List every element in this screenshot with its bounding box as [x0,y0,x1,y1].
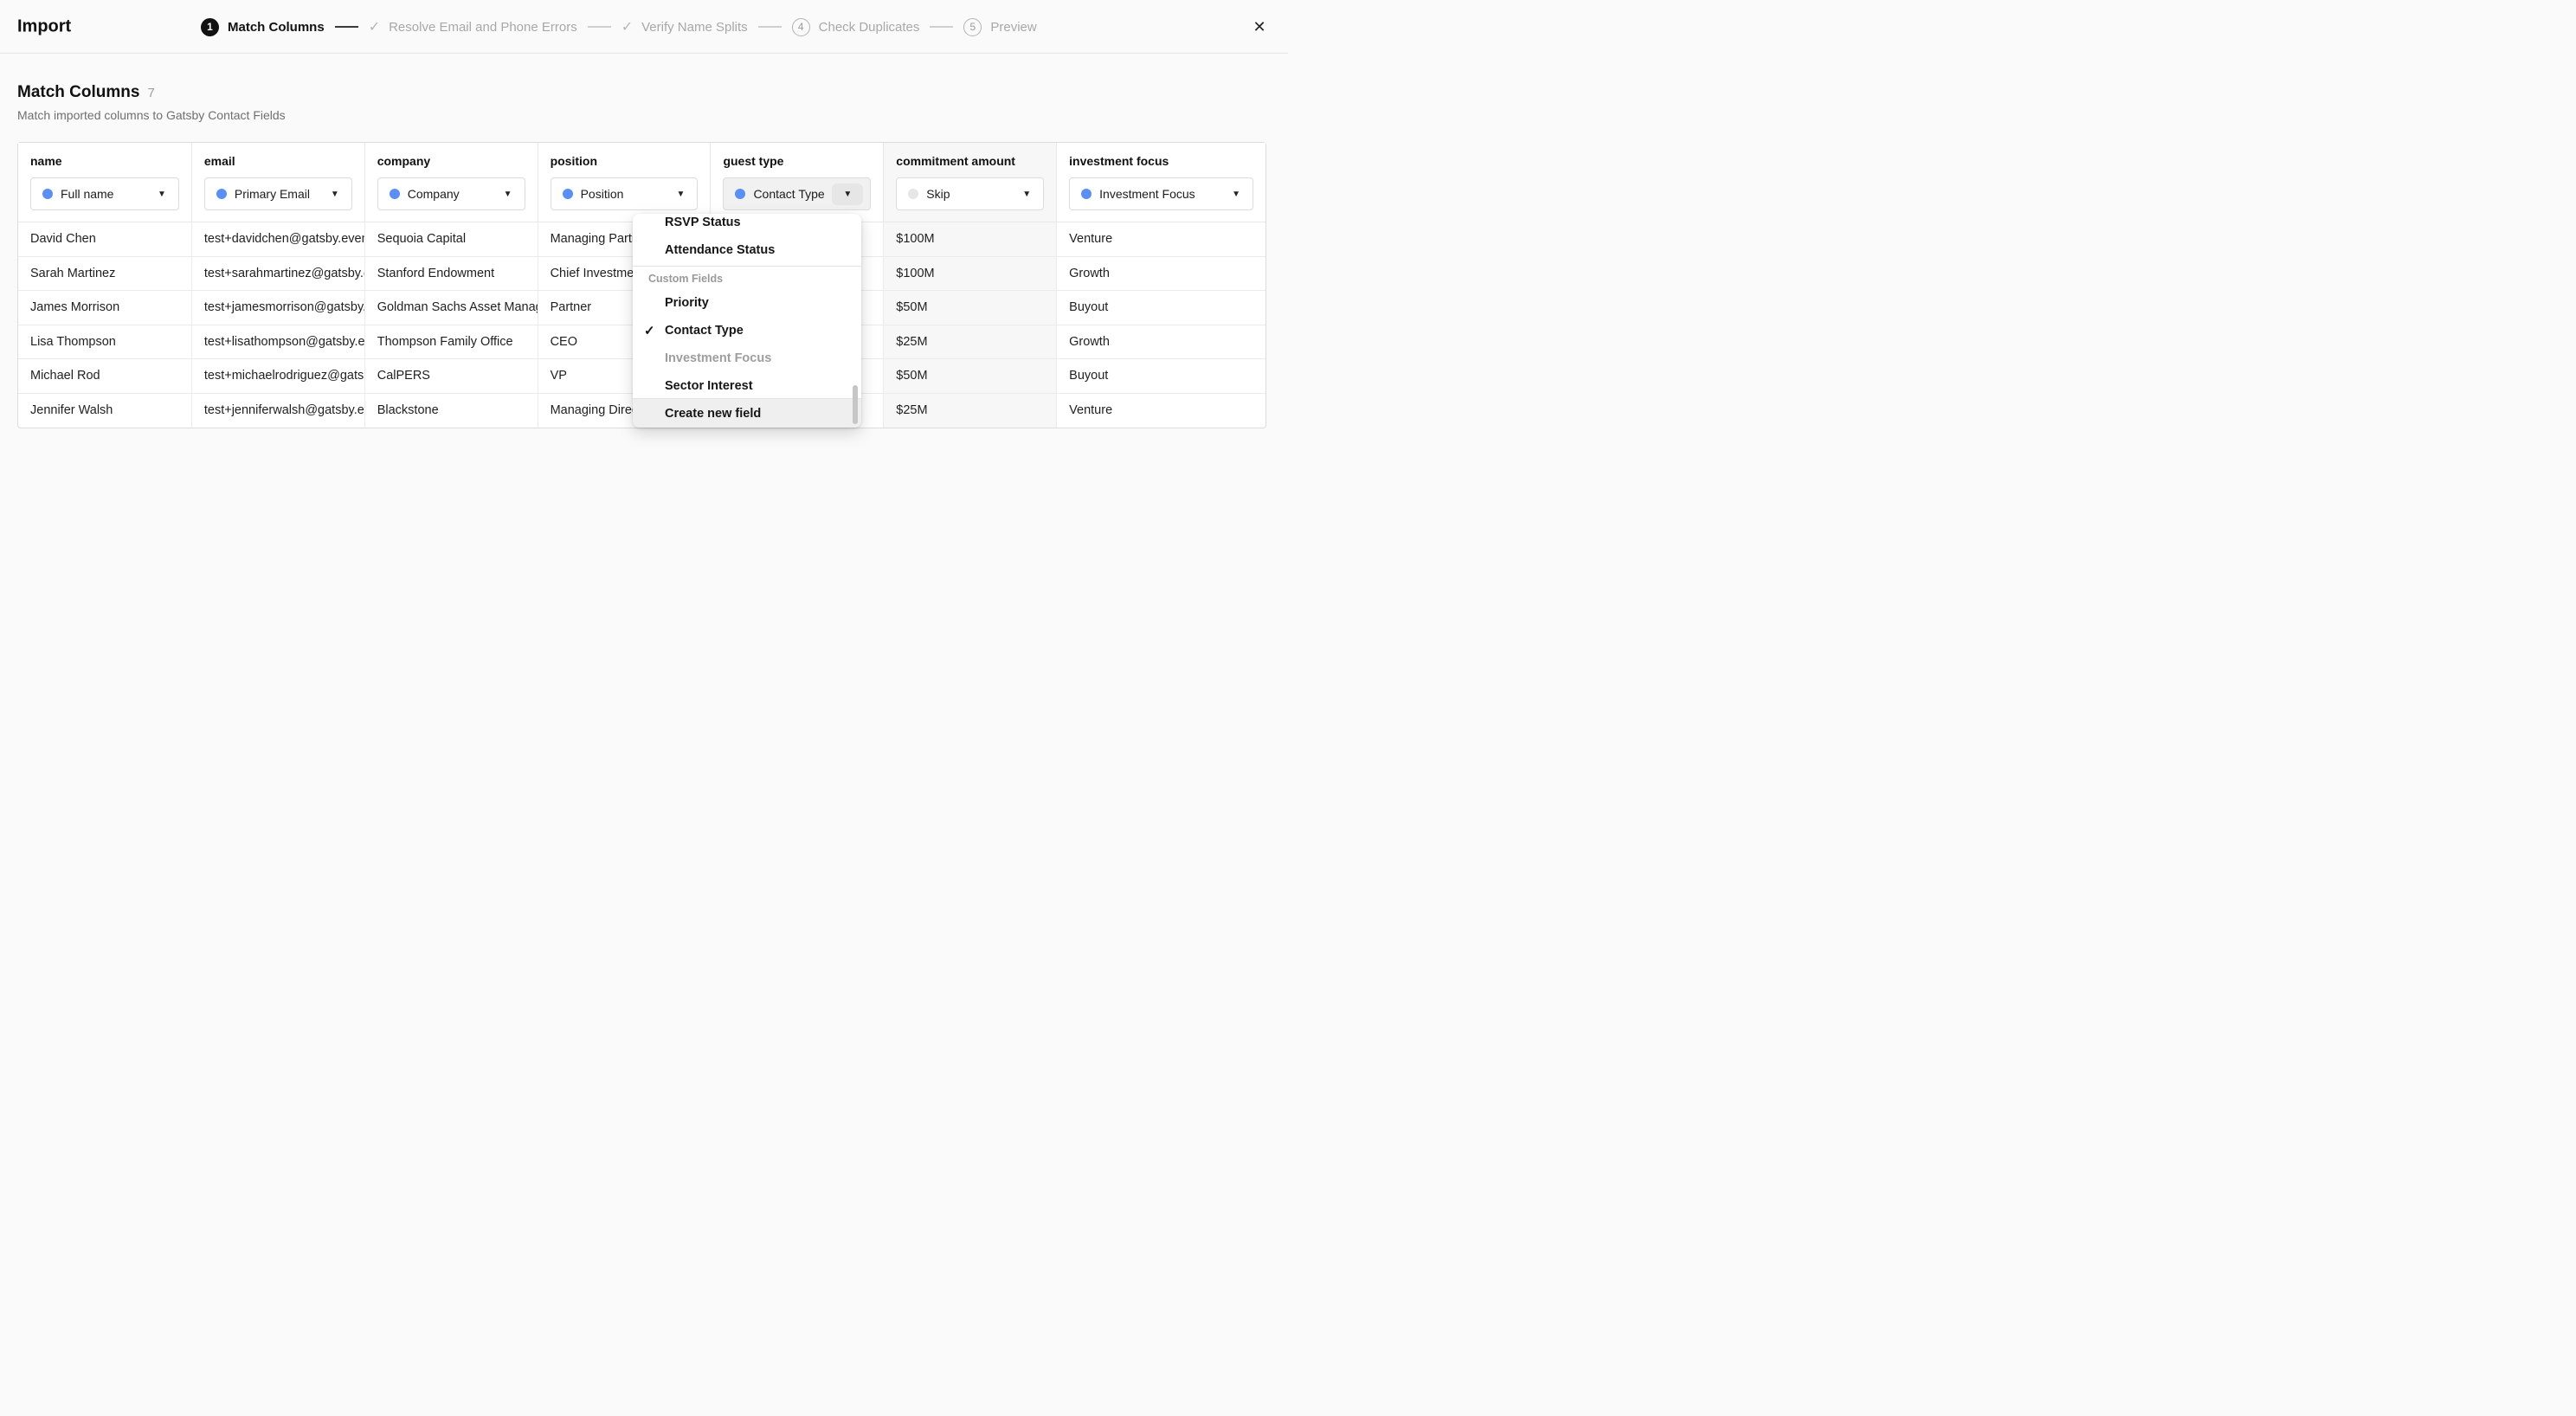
menu-item-sector-interest[interactable]: Sector Interest [633,372,861,398]
mapped-dot [735,189,745,199]
cell-email: test+lisathompson@gatsby.e [192,325,365,359]
skip-dot [908,189,918,199]
cell-investment-focus: Buyout [1057,291,1265,325]
check-icon: ✓ [644,323,655,338]
app-title: Import [17,16,71,36]
chevron-down-icon: ▼ [325,190,345,199]
cell-email: test+davidchen@gatsby.even [192,222,365,256]
mapped-dot [1081,189,1092,199]
field-select-company[interactable]: Company ▼ [377,177,525,210]
cell-company: CalPERS [365,359,538,393]
step-connector [335,26,358,28]
menu-scrollbar-thumb[interactable] [853,385,858,424]
cell-investment-focus: Growth [1057,257,1265,291]
cell-commitment-amount: $50M [884,359,1057,393]
mapped-dot [390,189,400,199]
field-select-email[interactable]: Primary Email ▼ [204,177,352,210]
cell-commitment-amount: $100M [884,222,1057,256]
mapped-dot [42,189,53,199]
cell-name: Michael Rod [18,359,192,393]
menu-item-contact-type[interactable]: ✓ Contact Type [633,317,861,344]
chevron-down-icon: ▼ [152,190,171,199]
column-header-guest-type: guest type Contact Type ▼ [711,143,884,222]
field-select-guest-type[interactable]: Contact Type ▼ [723,177,871,210]
column-header-commitment-amount: commitment amount Skip ▼ [884,143,1057,222]
step-verify-name-splits[interactable]: ✓ Verify Name Splits [621,18,748,35]
mapped-dot [563,189,573,199]
column-header-company: company Company ▼ [365,143,538,222]
cell-investment-focus: Growth [1057,325,1265,359]
cell-email: test+jenniferwalsh@gatsby.e [192,394,365,428]
cell-name: Sarah Martinez [18,257,192,291]
top-bar: Import 1 Match Columns ✓ Resolve Email a… [0,0,1288,54]
page-subtitle: Match imported columns to Gatsby Contact… [17,108,286,122]
cell-name: Lisa Thompson [18,325,192,359]
step-3-check-icon: ✓ [621,18,633,35]
chevron-down-icon: ▼ [838,190,857,199]
page-title: Match Columns [17,83,139,102]
menu-item-rsvp-status[interactable]: RSVP Status [633,214,861,236]
cell-company: Thompson Family Office [365,325,538,359]
cell-email: test+jamesmorrison@gatsby. [192,291,365,325]
cell-company: Blackstone [365,394,538,428]
cell-investment-focus: Buyout [1057,359,1265,393]
field-select-position[interactable]: Position ▼ [551,177,699,210]
menu-item-create-new-field[interactable]: Create new field [633,398,861,428]
page-head: Match Columns 7 Match imported columns t… [17,83,286,122]
column-header-investment-focus: investment focus Investment Focus ▼ [1057,143,1265,222]
chevron-down-icon: ▼ [499,190,518,199]
chevron-down-icon: ▼ [1227,190,1246,199]
column-count: 7 [147,86,154,100]
cell-investment-focus: Venture [1057,394,1265,428]
step-resolve-errors[interactable]: ✓ Resolve Email and Phone Errors [369,18,577,35]
menu-item-attendance-status[interactable]: Attendance Status [633,236,861,264]
menu-item-investment-focus: Investment Focus [633,344,861,372]
close-icon[interactable]: ✕ [1248,16,1271,38]
field-dropdown-list: RSVP Status Attendance Status Custom Fie… [633,214,861,398]
step-2-check-icon: ✓ [369,18,380,35]
step-preview[interactable]: 5 Preview [963,18,1036,36]
step-connector [588,26,611,28]
field-dropdown-menu: RSVP Status Attendance Status Custom Fie… [633,214,861,428]
step-connector [930,26,953,28]
cell-company: Sequoia Capital [365,222,538,256]
step-match-columns[interactable]: 1 Match Columns [201,18,325,36]
menu-item-priority[interactable]: Priority [633,289,861,317]
table-header-row: name Full name ▼ email Primary Email ▼ c… [18,143,1265,222]
cell-investment-focus: Venture [1057,222,1265,256]
cell-company: Goldman Sachs Asset Manag [365,291,538,325]
field-select-commitment-amount[interactable]: Skip ▼ [896,177,1044,210]
chevron-down-icon: ▼ [1017,190,1036,199]
step-5-badge: 5 [963,18,982,36]
cell-name: David Chen [18,222,192,256]
column-header-name: name Full name ▼ [18,143,192,222]
cell-name: Jennifer Walsh [18,394,192,428]
cell-commitment-amount: $25M [884,394,1057,428]
cell-company: Stanford Endowment [365,257,538,291]
step-check-duplicates[interactable]: 4 Check Duplicates [792,18,920,36]
chevron-down-icon: ▼ [672,190,691,199]
field-select-name[interactable]: Full name ▼ [30,177,179,210]
mapped-dot [216,189,227,199]
import-stepper: 1 Match Columns ✓ Resolve Email and Phon… [201,0,1037,54]
cell-name: James Morrison [18,291,192,325]
step-1-badge: 1 [201,18,219,36]
column-header-position: position Position ▼ [538,143,712,222]
menu-section-custom-fields: Custom Fields [633,268,861,289]
step-connector [758,26,782,28]
menu-divider [633,266,861,267]
column-header-email: email Primary Email ▼ [192,143,365,222]
cell-commitment-amount: $100M [884,257,1057,291]
step-4-badge: 4 [792,18,810,36]
cell-commitment-amount: $50M [884,291,1057,325]
cell-email: test+sarahmartinez@gatsby.e [192,257,365,291]
field-select-investment-focus[interactable]: Investment Focus ▼ [1069,177,1253,210]
cell-commitment-amount: $25M [884,325,1057,359]
cell-email: test+michaelrodriguez@gatsb [192,359,365,393]
